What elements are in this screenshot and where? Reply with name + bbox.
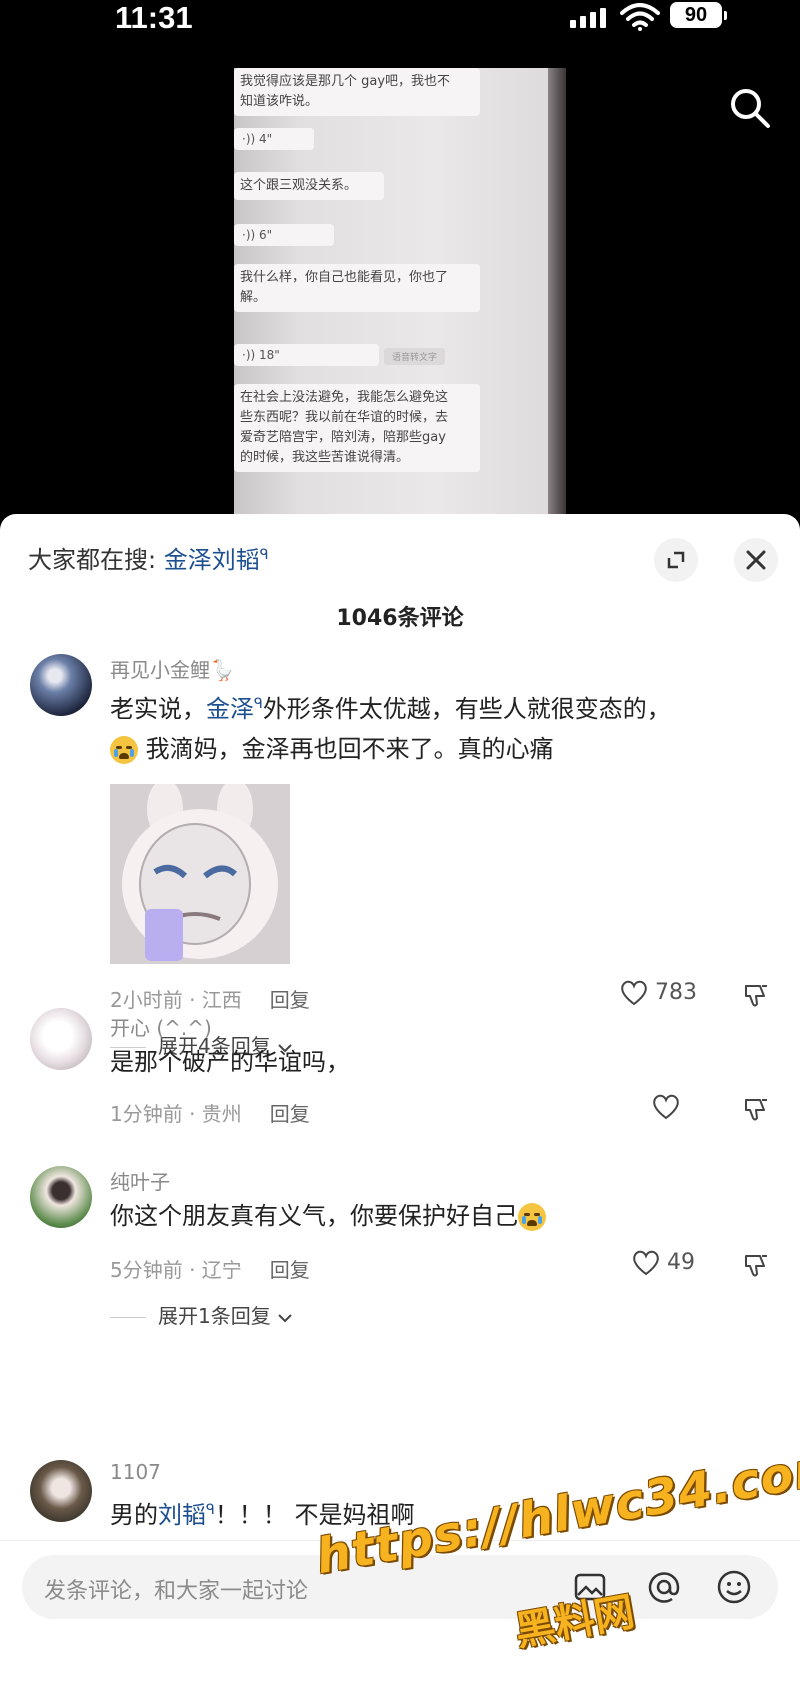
like-count: 783 (655, 980, 697, 1005)
heart-icon (633, 1250, 659, 1276)
crying-emoji-icon (110, 736, 138, 764)
like-button[interactable]: 49 (632, 1250, 695, 1280)
like-button[interactable] (652, 1094, 680, 1124)
like-button[interactable]: 783 (620, 980, 697, 1010)
trending-keyword[interactable]: 金泽刘韬 (164, 546, 260, 574)
chevron-down-icon (278, 1313, 292, 1322)
time-location: 5分钟前 · 辽宁 (110, 1258, 242, 1282)
keyword-link[interactable]: 金泽 (206, 695, 254, 723)
voice-duration: 4" (259, 132, 273, 146)
dislike-icon[interactable] (742, 982, 770, 1010)
avatar[interactable] (30, 654, 92, 716)
reply-button[interactable]: 回复 (270, 988, 310, 1012)
emoji-icon[interactable] (716, 1569, 752, 1605)
comment-text: 是那个破产的华谊吗， (110, 1048, 350, 1076)
comment-text: 你这个朋友真有义气，你要保护好自己 (110, 1196, 750, 1236)
status-time: 11:31 (115, 0, 193, 35)
time-location: 2小时前 · 江西 (110, 988, 242, 1012)
reply-button[interactable]: 回复 (270, 1258, 310, 1282)
trending-label: 大家都在搜: (28, 546, 164, 574)
comment-text: 老实说，金泽ᑫ外形条件太优越，有些人就很变态的， 我滴妈，金泽再也回不来了。真的… (110, 695, 671, 764)
avatar[interactable] (30, 1008, 92, 1070)
comment-input-placeholder: 发条评论，和大家一起讨论 (44, 1579, 309, 1604)
expand-button[interactable] (654, 538, 698, 582)
video-player[interactable]: 我觉得应该是那几个 gay吧，我也不 知道该咋说。 ·)) 4" 这个跟三观没关… (234, 68, 566, 514)
avatar[interactable] (30, 1460, 92, 1522)
expand-replies[interactable]: 展开1条回复 (110, 1300, 293, 1329)
reply-button[interactable]: 回复 (270, 1102, 310, 1126)
trending-search[interactable]: 大家都在搜: 金泽刘韬ᑫ (28, 540, 269, 575)
expand-replies-label: 展开1条回复 (158, 1304, 271, 1328)
at-icon[interactable] (646, 1569, 682, 1605)
battery-indicator: 90 (670, 2, 727, 28)
status-bar: 11:31 90 (0, 0, 800, 40)
voice-message: ·)) 18" (234, 344, 379, 366)
comment-username[interactable]: 再见小金鲤🪿 (110, 654, 235, 683)
chat-message: 这个跟三观没关系。 (234, 172, 384, 200)
voice-icon: ·)) (242, 132, 256, 146)
comment-count: 1046条评论 (336, 606, 464, 631)
comment-username[interactable]: 1107 (110, 1460, 161, 1484)
wifi-icon (620, 3, 660, 31)
dislike-icon[interactable] (742, 1096, 770, 1124)
voice-duration: 6" (259, 228, 273, 242)
keyword-link[interactable]: 刘韬 (158, 1501, 206, 1529)
like-count: 49 (667, 1250, 695, 1275)
voice-duration: 18" (259, 348, 280, 362)
sticker-image[interactable] (110, 784, 290, 964)
dislike-icon[interactable] (742, 1252, 770, 1280)
crying-emoji-icon (518, 1203, 546, 1231)
search-icon: ᑫ (254, 696, 263, 712)
heart-icon (621, 980, 647, 1006)
close-icon (746, 550, 766, 570)
sticker-drawing (110, 784, 290, 964)
voice-message: ·)) 6" (234, 224, 334, 246)
search-icon: ᑫ (206, 1502, 215, 1518)
signal-icon (570, 8, 608, 28)
comment-username[interactable]: 纯叶子 (110, 1166, 170, 1195)
comment-meta: 2小时前 · 江西 回复 (110, 984, 310, 1013)
voice-icon: ·)) (242, 228, 256, 242)
chat-message: 在社会上没法避免，我能怎么避免这 些东西呢？我以前在华谊的时候，去 爱奇艺陪宫宇… (234, 384, 480, 472)
expand-icon (667, 551, 685, 569)
time-location: 1分钟前 · 贵州 (110, 1102, 242, 1126)
comment-meta: 1分钟前 · 贵州 回复 (110, 1098, 310, 1127)
transcribe-tag: 语音转文字 (384, 348, 446, 365)
voice-icon: ·)) (242, 348, 256, 362)
comment-username[interactable]: 开心 (^.^) (110, 1012, 212, 1041)
comment-meta: 5分钟前 · 辽宁 回复 (110, 1254, 310, 1283)
avatar[interactable] (30, 1166, 92, 1228)
voice-message: ·)) 4" (234, 128, 314, 150)
close-button[interactable] (734, 538, 778, 582)
chat-message: 我觉得应该是那几个 gay吧，我也不 知道该咋说。 (234, 68, 480, 116)
heart-icon (653, 1094, 679, 1120)
chat-message: 我什么样，你自己也能看见，你也了 解。 (234, 264, 480, 312)
search-icon: ᑫ (259, 547, 269, 563)
search-icon[interactable] (728, 86, 772, 130)
